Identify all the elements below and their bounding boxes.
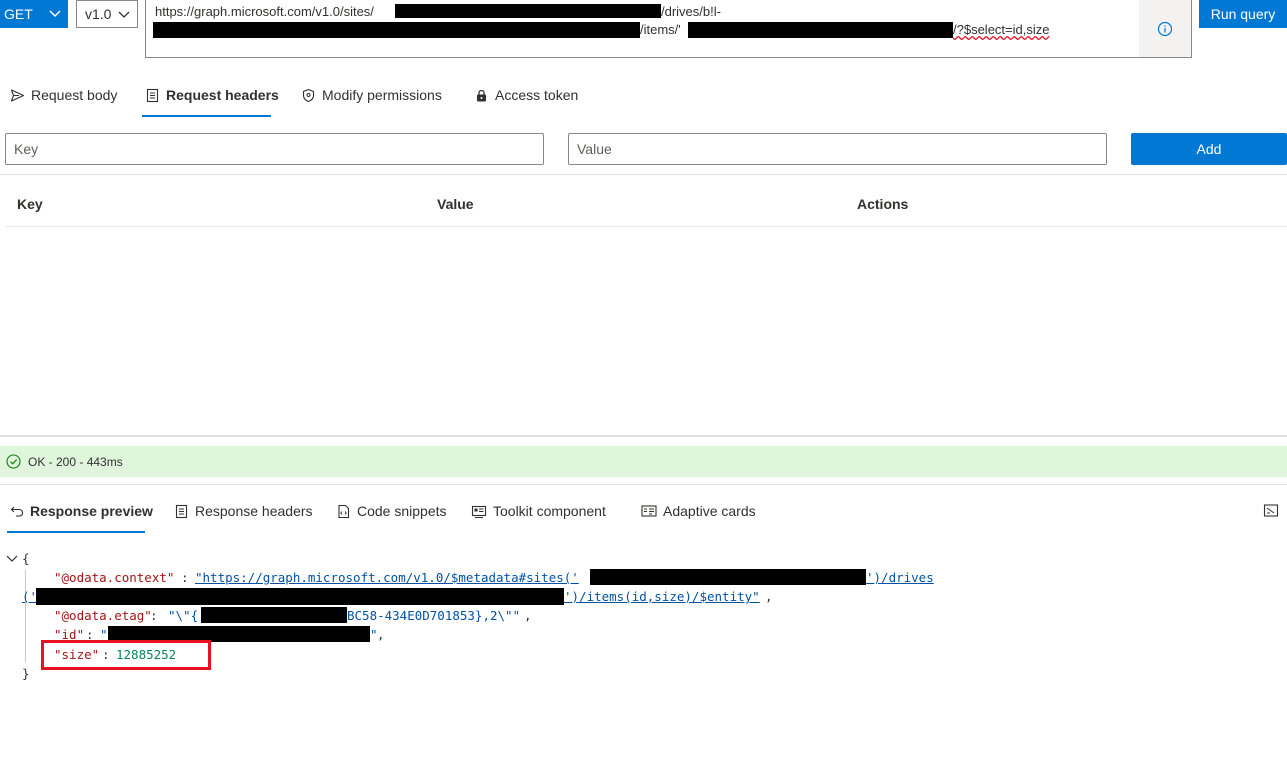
version-dropdown[interactable]: v1.0 [76,0,138,28]
indent-guide [25,570,26,662]
active-tab-indicator [7,531,145,533]
expand-icon [1263,504,1279,517]
json-value-odata-etag: "\"{ [168,608,199,623]
json-comma: , [377,627,385,642]
json-value-odata-context-line2-end[interactable]: ')/items(id,size)/$entity" [564,587,760,606]
active-tab-indicator [142,115,271,117]
http-method-label: GET [4,6,33,22]
redaction-block [590,569,866,585]
url-text-line1-prefix: https://graph.microsoft.com/v1.0/sites/ [155,4,374,19]
json-value-odata-etag-end: BC58-434E0D701853},2\"" [347,608,521,623]
run-query-label: Run query [1210,6,1276,22]
column-header-actions: Actions [857,196,909,212]
tab-request-body[interactable]: Request body [10,87,117,103]
json-close-brace: } [22,666,30,681]
status-text: OK - 200 - 443ms [28,454,123,469]
tab-label: Access token [495,87,579,103]
tab-access-token[interactable]: Access token [474,87,578,103]
tab-response-headers[interactable]: Response headers [174,503,313,519]
tab-label: Request headers [166,87,279,103]
json-key-odata-context: "@odata.context" [54,570,175,585]
collapse-chevron-icon[interactable] [6,554,18,564]
json-value-odata-context[interactable]: "https://graph.microsoft.com/v1.0/$metad… [195,568,579,587]
json-comma: , [524,608,532,623]
json-value-odata-context-line2[interactable]: (' [22,587,37,606]
tab-label: Code snippets [357,503,447,519]
tab-label: Modify permissions [322,87,442,103]
tab-response-preview[interactable]: Response preview [10,503,153,519]
header-value-input[interactable] [568,133,1107,165]
divider [5,226,1287,227]
json-value-odata-context-cont[interactable]: ')/drives [866,568,934,587]
redaction-block [36,588,564,605]
url-text-line1-suffix: /drives/b!l- [661,4,721,19]
tab-request-headers[interactable]: Request headers [145,87,279,103]
card-icon [641,505,657,517]
json-colon: : [150,608,158,623]
redaction-block [153,22,640,38]
lock-icon [477,89,486,101]
highlight-annotation-box [41,640,211,670]
add-label: Add [1196,141,1222,157]
tab-label: Toolkit component [493,503,606,519]
info-button[interactable] [1139,0,1191,57]
chevron-down-icon [118,11,130,18]
status-bar: OK - 200 - 443ms [0,446,1287,477]
shield-icon [302,88,315,102]
json-colon: : [181,570,189,585]
chevron-down-icon [49,10,61,18]
more-tabs-button[interactable] [1263,503,1287,521]
add-header-button[interactable]: Add [1131,133,1287,165]
toolkit-icon [471,505,487,518]
document-icon [146,88,159,102]
pane-splitter[interactable] [0,435,1287,437]
redaction-block [395,4,661,18]
check-circle-icon [6,454,21,469]
document-icon [175,504,188,518]
json-key-odata-etag: "@odata.etag" [54,608,152,623]
tab-label: Response preview [30,503,153,519]
divider [0,484,1287,485]
header-key-input[interactable] [5,133,544,165]
tab-label: Adaptive cards [663,503,756,519]
redaction-block [201,607,347,623]
tab-adaptive-cards[interactable]: Adaptive cards [641,503,756,519]
json-open-brace: { [22,551,30,566]
run-query-button[interactable]: Run query [1199,0,1287,28]
divider [0,174,1287,175]
tab-modify-permissions[interactable]: Modify permissions [301,87,442,103]
redaction-block [688,22,953,38]
tab-toolkit-component[interactable]: Toolkit component [471,503,606,519]
column-header-value: Value [437,196,474,212]
column-header-key: Key [17,196,43,212]
tab-code-snippets[interactable]: Code snippets [336,503,447,519]
version-label: v1.0 [85,6,112,22]
url-text-line2-end: /?$select=id,size [953,22,1050,37]
json-comma: , [765,589,773,604]
send-icon [10,88,25,102]
undo-arrow-icon [10,506,24,517]
tab-label: Request body [31,87,118,103]
code-file-icon [338,504,350,518]
info-icon [1157,21,1173,36]
http-method-dropdown[interactable]: GET [0,0,68,28]
tab-label: Response headers [195,503,313,519]
url-text-line2-mid: /items/' [640,22,681,37]
